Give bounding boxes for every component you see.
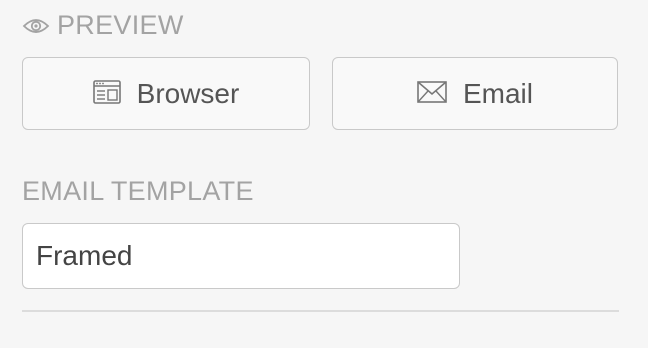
preview-settings-panel: PREVIEW Browser Email EMAIL TEMPLATE Fra…: [0, 0, 648, 348]
email-button-label: Email: [462, 77, 533, 109]
browser-window-icon: [92, 79, 121, 104]
email-template-label: EMAIL TEMPLATE: [22, 176, 254, 206]
email-preview-button[interactable]: Email: [332, 57, 618, 130]
email-template-select[interactable]: Framed: [22, 223, 460, 289]
envelope-icon: [417, 80, 447, 103]
section-divider: [22, 310, 619, 312]
browser-button-label: Browser: [136, 77, 240, 109]
preview-label-text: PREVIEW: [57, 10, 184, 40]
preview-section-label: PREVIEW: [22, 12, 184, 39]
email-template-value: Framed: [36, 240, 133, 271]
eye-icon: [22, 16, 50, 36]
browser-preview-button[interactable]: Browser: [22, 57, 310, 130]
